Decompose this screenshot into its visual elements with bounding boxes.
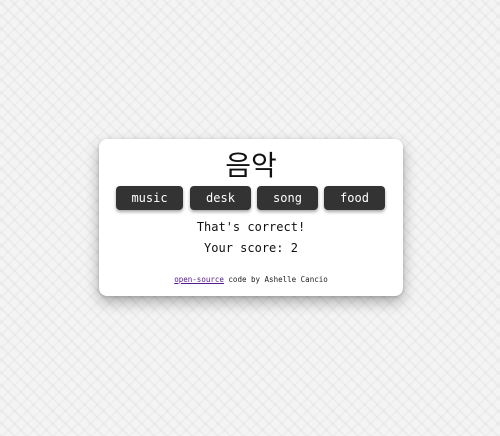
option-button-food[interactable]: food [324,186,385,210]
feedback-message: That's correct! [196,220,306,234]
credit-text: code by Ashelle Cancio [223,275,328,284]
korean-word: 음악 [225,149,277,182]
option-button-song[interactable]: song [257,186,318,210]
open-source-link[interactable]: open-source [174,275,224,284]
score-label: Your score: [204,241,284,255]
option-button-music[interactable]: music [116,186,183,210]
score-value: 2 [290,241,298,255]
quiz-card: 음악 music desk song food That's correct! … [99,139,403,296]
footer-credit: open-source code by Ashelle Cancio [99,275,403,285]
score-display: Your score: 2 [99,240,403,256]
option-button-desk[interactable]: desk [190,186,251,210]
answer-options: music desk song food [116,186,386,210]
